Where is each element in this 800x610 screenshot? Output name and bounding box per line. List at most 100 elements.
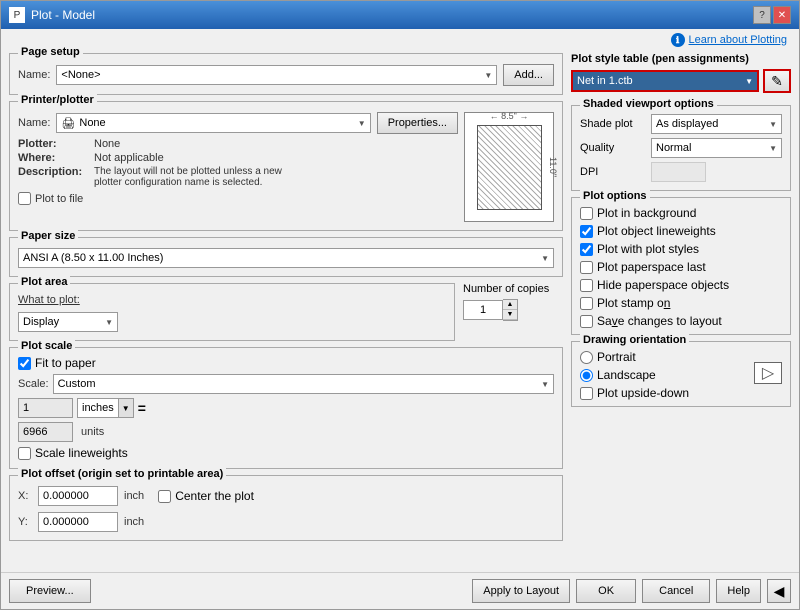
help-title-btn[interactable]: ? [753,6,771,24]
landscape-radio[interactable] [580,369,593,382]
ok-button[interactable]: OK [576,579,636,603]
add-button[interactable]: Add... [503,64,554,86]
landscape-label: Landscape [597,368,656,382]
quality-row: Quality Normal ▼ [580,138,782,158]
scale-input-1[interactable] [18,398,73,418]
desc-label: Description: [18,166,88,188]
plot-styles-label: Plot with plot styles [597,242,699,256]
shade-plot-arrow: ▼ [769,120,777,129]
y-input[interactable] [38,512,118,532]
units-combo[interactable]: inches ▼ [77,398,134,418]
name-label: Name: [18,69,50,81]
printer-name-label: Name: [18,117,50,129]
paper-size-combo[interactable]: ANSI A (8.50 x 11.00 Inches) ▼ [18,248,554,268]
bottom-buttons: Preview... Apply to Layout OK Cancel Hel… [1,572,799,609]
x-label: X: [18,490,32,502]
what-to-plot-combo[interactable]: Display ▼ [18,312,118,332]
center-plot-checkbox[interactable] [158,490,171,503]
preview-dim-top: ← 8.5" → [477,111,542,121]
properties-button[interactable]: Properties... [377,112,458,134]
plot-paperspace-last-label: Plot paperspace last [597,260,706,274]
scale-lineweights-checkbox[interactable] [18,447,31,460]
shade-plot-combo[interactable]: As displayed ▼ [651,114,782,134]
printer-name-combo[interactable]: 🖨 None ▼ [56,113,370,133]
page-setup-name-row: Name: <None> ▼ Add... [18,64,554,86]
shaded-viewport-group: Shaded viewport options Shade plot As di… [571,105,791,191]
plot-lineweights-checkbox[interactable] [580,225,593,238]
copies-label: Number of copies [463,283,549,295]
learn-plotting-link[interactable]: Learn about Plotting [689,34,787,46]
paper-size-row: ANSI A (8.50 x 11.00 Inches) ▼ [18,248,554,268]
x-input[interactable] [38,486,118,506]
plot-paperspace-last-checkbox[interactable] [580,261,593,274]
plot-background-checkbox[interactable] [580,207,593,220]
preview-paper-wrapper: ← 8.5" → 11.0" [477,125,542,210]
scale-values-row: inches ▼ = [18,398,554,418]
cancel-button[interactable]: Cancel [642,579,710,603]
plot-stamp-label: Plot stamp on [597,296,670,310]
fit-to-paper-checkbox[interactable] [18,357,31,370]
scale-units-row: units [18,422,554,442]
what-to-plot-value: Display [23,316,59,328]
printer-plotter-content: Name: 🖨 None ▼ Properties... [18,106,554,222]
upside-down-row: Plot upside-down [580,386,689,400]
hide-paperspace-checkbox[interactable] [580,279,593,292]
printer-plotter-label: Printer/plotter [18,94,97,106]
edit-plot-style-btn[interactable]: ✎ [763,69,791,93]
printer-info: Plotter: None Where: Not applicable Desc… [18,138,458,205]
scale-combo[interactable]: Custom ▼ [53,374,554,394]
plot-lineweights-label: Plot object lineweights [597,224,716,238]
printer-name-arrow: ▼ [358,119,366,128]
copies-down-btn[interactable]: ▼ [503,310,517,320]
plot-area-label: Plot area [18,276,70,288]
close-btn[interactable]: ✕ [773,6,791,24]
save-changes-checkbox[interactable] [580,315,593,328]
copies-spinner-btns: ▲ ▼ [503,299,518,321]
quality-combo[interactable]: Normal ▼ [651,138,782,158]
nav-back-btn[interactable]: ◀ [767,579,791,603]
edit-icon: ✎ [771,73,783,90]
plot-paperspace-last-row: Plot paperspace last [580,260,782,274]
plot-stamp-checkbox[interactable] [580,297,593,310]
scale-input-2[interactable] [18,422,73,442]
portrait-radio[interactable] [580,351,593,364]
plot-to-file-checkbox[interactable] [18,192,31,205]
plot-to-file-label: Plot to file [35,193,83,205]
y-offset-row: Y: inch [18,512,554,532]
plot-style-combo[interactable]: Net in 1.ctb ▼ [571,70,759,92]
scale-label-text: Scale: [18,378,49,390]
drawing-orientation-group: Drawing orientation Portrait Landscape [571,341,791,407]
x-unit: inch [124,490,144,502]
copies-input[interactable] [463,300,503,320]
page-setup-name-combo[interactable]: <None> ▼ [56,65,497,85]
preview-button[interactable]: Preview... [9,579,91,603]
orientation-radios: Portrait Landscape Plot upside-down [580,346,689,400]
help-button[interactable]: Help [716,579,761,603]
plot-options-group: Plot options Plot in background Plot obj… [571,197,791,335]
portrait-label: Portrait [597,350,636,364]
title-bar: P Plot - Model ? ✕ [1,1,799,29]
paper-size-arrow: ▼ [541,254,549,263]
x-offset-row: X: inch Center the plot [18,486,554,506]
page-setup-name-value: <None> [61,69,100,81]
shade-plot-value: As displayed [656,118,718,130]
desc-row: Description: The layout will not be plot… [18,166,458,188]
right-column: Plot style table (pen assignments) Net i… [571,53,791,568]
plot-area-copies-row: Plot area What to plot: Display ▼ Number… [9,283,563,341]
portrait-row: Portrait [580,350,689,364]
upside-down-checkbox[interactable] [580,387,593,400]
plot-style-arrow: ▼ [745,77,753,86]
fit-to-paper-label: Fit to paper [35,356,96,370]
apply-to-layout-button[interactable]: Apply to Layout [472,579,570,603]
dpi-input[interactable] [651,162,706,182]
units-arrow[interactable]: ▼ [118,399,133,417]
scale-value: Custom [58,378,96,390]
copies-up-btn[interactable]: ▲ [503,300,517,310]
plot-styles-row: Plot with plot styles [580,242,782,256]
preview-container: ← 8.5" → 11.0" [464,112,554,222]
center-plot-label: Center the plot [175,489,254,503]
plot-styles-checkbox[interactable] [580,243,593,256]
plot-lineweights-row: Plot object lineweights [580,224,782,238]
drawing-orientation-label: Drawing orientation [580,334,689,346]
scale-combo-arrow: ▼ [541,380,549,389]
